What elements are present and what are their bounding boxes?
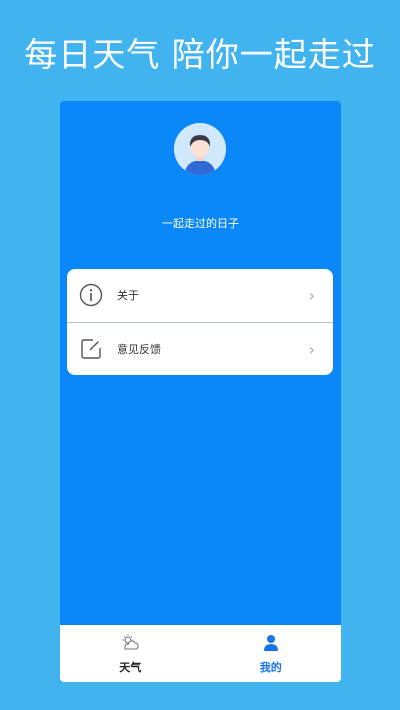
tab-label: 天气 (119, 661, 142, 674)
menu-item-feedback[interactable]: 意见反馈 › (67, 323, 333, 375)
profile-tagline: 一起走过的日子 (162, 217, 239, 230)
app-screen: 一起走过的日子 关于 › 意见反馈 › 天气 我的 (60, 101, 341, 682)
promo-headline: 每日天气 陪你一起走过 (24, 35, 376, 74)
tab-weather[interactable]: 天气 (60, 625, 201, 682)
menu-item-label: 意见反馈 (117, 343, 161, 356)
tab-mine[interactable]: 我的 (201, 625, 342, 682)
info-icon (79, 283, 103, 307)
menu-card: 关于 › 意见反馈 › (67, 269, 333, 375)
menu-item-about[interactable]: 关于 › (67, 269, 333, 321)
menu-item-label: 关于 (117, 289, 139, 302)
avatar[interactable] (174, 123, 226, 175)
chevron-right-icon: › (308, 339, 315, 359)
bottom-tab-bar: 天气 我的 (60, 625, 341, 682)
weather-icon (120, 633, 140, 653)
avatar-illustration (174, 123, 226, 175)
chevron-right-icon: › (308, 285, 315, 305)
tab-label: 我的 (259, 661, 282, 674)
edit-icon (79, 337, 103, 361)
user-icon (261, 633, 281, 653)
